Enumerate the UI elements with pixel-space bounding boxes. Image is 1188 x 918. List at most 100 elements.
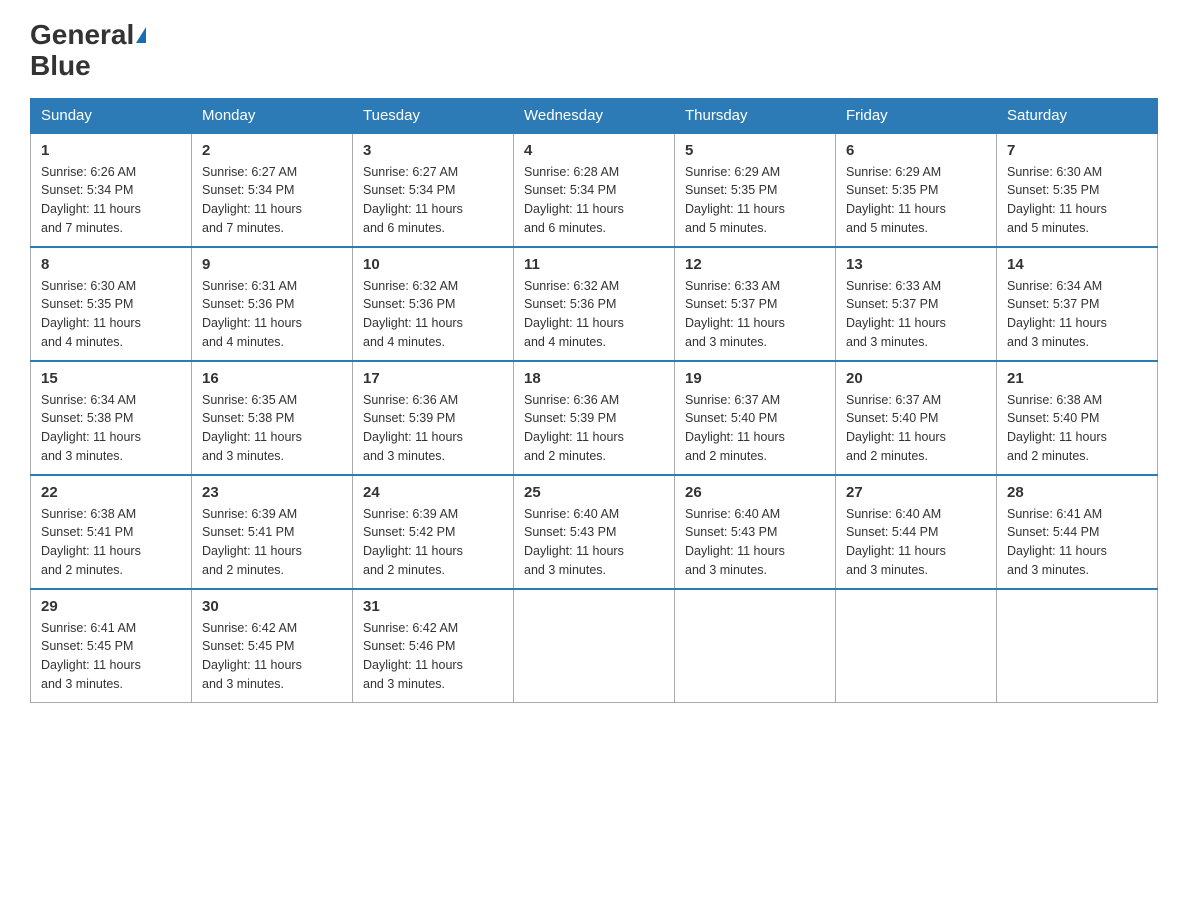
calendar-day-cell: 28 Sunrise: 6:41 AMSunset: 5:44 PMDaylig…: [997, 475, 1158, 589]
day-info: Sunrise: 6:36 AMSunset: 5:39 PMDaylight:…: [524, 393, 624, 463]
day-info: Sunrise: 6:37 AMSunset: 5:40 PMDaylight:…: [685, 393, 785, 463]
day-info: Sunrise: 6:33 AMSunset: 5:37 PMDaylight:…: [846, 279, 946, 349]
calendar-day-cell: 25 Sunrise: 6:40 AMSunset: 5:43 PMDaylig…: [514, 475, 675, 589]
logo-triangle-icon: [136, 27, 146, 43]
calendar-day-cell: 24 Sunrise: 6:39 AMSunset: 5:42 PMDaylig…: [353, 475, 514, 589]
calendar-week-row: 8 Sunrise: 6:30 AMSunset: 5:35 PMDayligh…: [31, 247, 1158, 361]
day-info: Sunrise: 6:26 AMSunset: 5:34 PMDaylight:…: [41, 165, 141, 235]
calendar-day-cell: 16 Sunrise: 6:35 AMSunset: 5:38 PMDaylig…: [192, 361, 353, 475]
calendar-day-cell: 5 Sunrise: 6:29 AMSunset: 5:35 PMDayligh…: [675, 133, 836, 247]
day-number: 19: [685, 370, 825, 387]
calendar-day-cell: 14 Sunrise: 6:34 AMSunset: 5:37 PMDaylig…: [997, 247, 1158, 361]
day-number: 5: [685, 142, 825, 159]
calendar-day-cell: 7 Sunrise: 6:30 AMSunset: 5:35 PMDayligh…: [997, 133, 1158, 247]
day-number: 9: [202, 256, 342, 273]
calendar-day-cell: 17 Sunrise: 6:36 AMSunset: 5:39 PMDaylig…: [353, 361, 514, 475]
day-info: Sunrise: 6:30 AMSunset: 5:35 PMDaylight:…: [1007, 165, 1107, 235]
day-info: Sunrise: 6:35 AMSunset: 5:38 PMDaylight:…: [202, 393, 302, 463]
day-info: Sunrise: 6:39 AMSunset: 5:42 PMDaylight:…: [363, 507, 463, 577]
day-info: Sunrise: 6:41 AMSunset: 5:44 PMDaylight:…: [1007, 507, 1107, 577]
calendar-day-cell: 9 Sunrise: 6:31 AMSunset: 5:36 PMDayligh…: [192, 247, 353, 361]
calendar-day-cell: 1 Sunrise: 6:26 AMSunset: 5:34 PMDayligh…: [31, 133, 192, 247]
calendar-day-cell: 18 Sunrise: 6:36 AMSunset: 5:39 PMDaylig…: [514, 361, 675, 475]
day-info: Sunrise: 6:39 AMSunset: 5:41 PMDaylight:…: [202, 507, 302, 577]
calendar-day-cell: 10 Sunrise: 6:32 AMSunset: 5:36 PMDaylig…: [353, 247, 514, 361]
day-info: Sunrise: 6:34 AMSunset: 5:38 PMDaylight:…: [41, 393, 141, 463]
calendar-week-row: 22 Sunrise: 6:38 AMSunset: 5:41 PMDaylig…: [31, 475, 1158, 589]
calendar-week-row: 15 Sunrise: 6:34 AMSunset: 5:38 PMDaylig…: [31, 361, 1158, 475]
day-number: 16: [202, 370, 342, 387]
day-info: Sunrise: 6:29 AMSunset: 5:35 PMDaylight:…: [846, 165, 946, 235]
weekday-header-sunday: Sunday: [31, 98, 192, 133]
day-info: Sunrise: 6:41 AMSunset: 5:45 PMDaylight:…: [41, 621, 141, 691]
calendar-day-cell: 12 Sunrise: 6:33 AMSunset: 5:37 PMDaylig…: [675, 247, 836, 361]
weekday-header-saturday: Saturday: [997, 98, 1158, 133]
calendar-day-cell: 2 Sunrise: 6:27 AMSunset: 5:34 PMDayligh…: [192, 133, 353, 247]
day-info: Sunrise: 6:40 AMSunset: 5:43 PMDaylight:…: [524, 507, 624, 577]
logo-general: General: [30, 20, 134, 51]
calendar-day-cell: 30 Sunrise: 6:42 AMSunset: 5:45 PMDaylig…: [192, 589, 353, 703]
day-number: 23: [202, 484, 342, 501]
day-number: 3: [363, 142, 503, 159]
calendar-day-cell: 27 Sunrise: 6:40 AMSunset: 5:44 PMDaylig…: [836, 475, 997, 589]
day-info: Sunrise: 6:38 AMSunset: 5:41 PMDaylight:…: [41, 507, 141, 577]
day-number: 10: [363, 256, 503, 273]
day-info: Sunrise: 6:33 AMSunset: 5:37 PMDaylight:…: [685, 279, 785, 349]
day-info: Sunrise: 6:27 AMSunset: 5:34 PMDaylight:…: [363, 165, 463, 235]
day-number: 1: [41, 142, 181, 159]
weekday-header-wednesday: Wednesday: [514, 98, 675, 133]
calendar-day-cell: 15 Sunrise: 6:34 AMSunset: 5:38 PMDaylig…: [31, 361, 192, 475]
day-info: Sunrise: 6:29 AMSunset: 5:35 PMDaylight:…: [685, 165, 785, 235]
day-number: 12: [685, 256, 825, 273]
day-info: Sunrise: 6:34 AMSunset: 5:37 PMDaylight:…: [1007, 279, 1107, 349]
day-number: 25: [524, 484, 664, 501]
day-number: 11: [524, 256, 664, 273]
page-header: General Blue: [30, 20, 1158, 82]
weekday-header-row: SundayMondayTuesdayWednesdayThursdayFrid…: [31, 98, 1158, 133]
day-info: Sunrise: 6:42 AMSunset: 5:46 PMDaylight:…: [363, 621, 463, 691]
calendar-day-cell: [514, 589, 675, 703]
day-number: 22: [41, 484, 181, 501]
day-info: Sunrise: 6:32 AMSunset: 5:36 PMDaylight:…: [524, 279, 624, 349]
day-info: Sunrise: 6:40 AMSunset: 5:44 PMDaylight:…: [846, 507, 946, 577]
calendar-week-row: 29 Sunrise: 6:41 AMSunset: 5:45 PMDaylig…: [31, 589, 1158, 703]
day-number: 31: [363, 598, 503, 615]
day-info: Sunrise: 6:28 AMSunset: 5:34 PMDaylight:…: [524, 165, 624, 235]
day-number: 26: [685, 484, 825, 501]
day-info: Sunrise: 6:27 AMSunset: 5:34 PMDaylight:…: [202, 165, 302, 235]
calendar-day-cell: 21 Sunrise: 6:38 AMSunset: 5:40 PMDaylig…: [997, 361, 1158, 475]
day-number: 21: [1007, 370, 1147, 387]
calendar-day-cell: [675, 589, 836, 703]
day-info: Sunrise: 6:31 AMSunset: 5:36 PMDaylight:…: [202, 279, 302, 349]
calendar-day-cell: 13 Sunrise: 6:33 AMSunset: 5:37 PMDaylig…: [836, 247, 997, 361]
day-info: Sunrise: 6:30 AMSunset: 5:35 PMDaylight:…: [41, 279, 141, 349]
logo: General Blue: [30, 20, 146, 82]
calendar-day-cell: 26 Sunrise: 6:40 AMSunset: 5:43 PMDaylig…: [675, 475, 836, 589]
day-number: 2: [202, 142, 342, 159]
day-number: 17: [363, 370, 503, 387]
calendar-day-cell: 31 Sunrise: 6:42 AMSunset: 5:46 PMDaylig…: [353, 589, 514, 703]
calendar-day-cell: 19 Sunrise: 6:37 AMSunset: 5:40 PMDaylig…: [675, 361, 836, 475]
calendar-week-row: 1 Sunrise: 6:26 AMSunset: 5:34 PMDayligh…: [31, 133, 1158, 247]
day-number: 8: [41, 256, 181, 273]
weekday-header-monday: Monday: [192, 98, 353, 133]
calendar-day-cell: 8 Sunrise: 6:30 AMSunset: 5:35 PMDayligh…: [31, 247, 192, 361]
day-number: 15: [41, 370, 181, 387]
day-number: 28: [1007, 484, 1147, 501]
weekday-header-tuesday: Tuesday: [353, 98, 514, 133]
day-number: 14: [1007, 256, 1147, 273]
calendar-day-cell: 20 Sunrise: 6:37 AMSunset: 5:40 PMDaylig…: [836, 361, 997, 475]
calendar-day-cell: [836, 589, 997, 703]
day-number: 13: [846, 256, 986, 273]
calendar-day-cell: 29 Sunrise: 6:41 AMSunset: 5:45 PMDaylig…: [31, 589, 192, 703]
day-number: 4: [524, 142, 664, 159]
day-number: 20: [846, 370, 986, 387]
calendar-table: SundayMondayTuesdayWednesdayThursdayFrid…: [30, 98, 1158, 703]
day-number: 30: [202, 598, 342, 615]
day-number: 18: [524, 370, 664, 387]
calendar-day-cell: 6 Sunrise: 6:29 AMSunset: 5:35 PMDayligh…: [836, 133, 997, 247]
day-number: 24: [363, 484, 503, 501]
logo-blue: Blue: [30, 51, 91, 82]
calendar-day-cell: 3 Sunrise: 6:27 AMSunset: 5:34 PMDayligh…: [353, 133, 514, 247]
day-number: 6: [846, 142, 986, 159]
